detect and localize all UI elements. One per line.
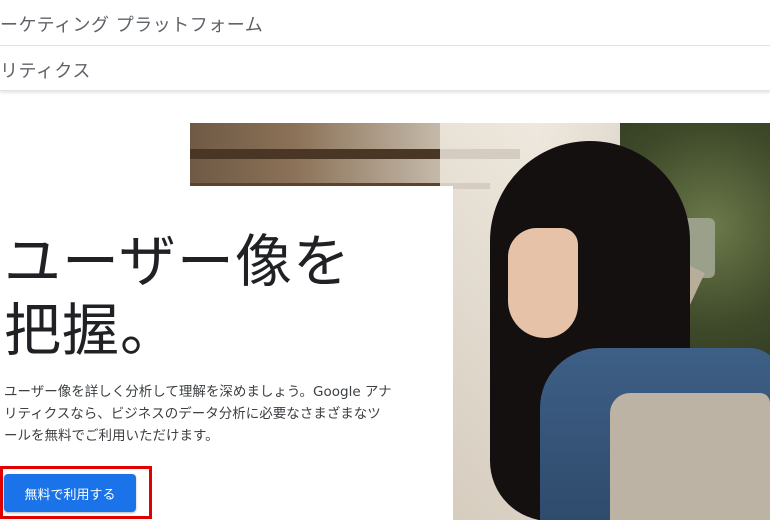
person-apron [610,393,770,520]
description-line-2: リティクスなら、ビジネスのデータ分析に必要なさまざまなツ [4,406,381,422]
analytics-nav-label[interactable]: リティクス [0,57,91,83]
hero-description: ユーザー像を詳しく分析して理解を深めましょう。Google アナ リティクスなら… [4,381,444,447]
description-line-3: ールを無料でご利用いただけます。 [4,428,219,444]
headline-line-2: 把握。 [4,298,178,364]
hero-headline: ユーザー像を 把握。 [4,228,444,366]
description-line-1: ユーザー像を詳しく分析して理解を深めましょう。Google アナ [4,384,392,400]
free-trial-button[interactable]: 無料で利用する [4,474,136,512]
person-face [508,228,578,338]
platform-nav-label[interactable]: ーケティング プラットフォーム [0,11,263,37]
sub-nav-bar [0,46,770,91]
headline-line-1: ユーザー像を [4,229,351,295]
